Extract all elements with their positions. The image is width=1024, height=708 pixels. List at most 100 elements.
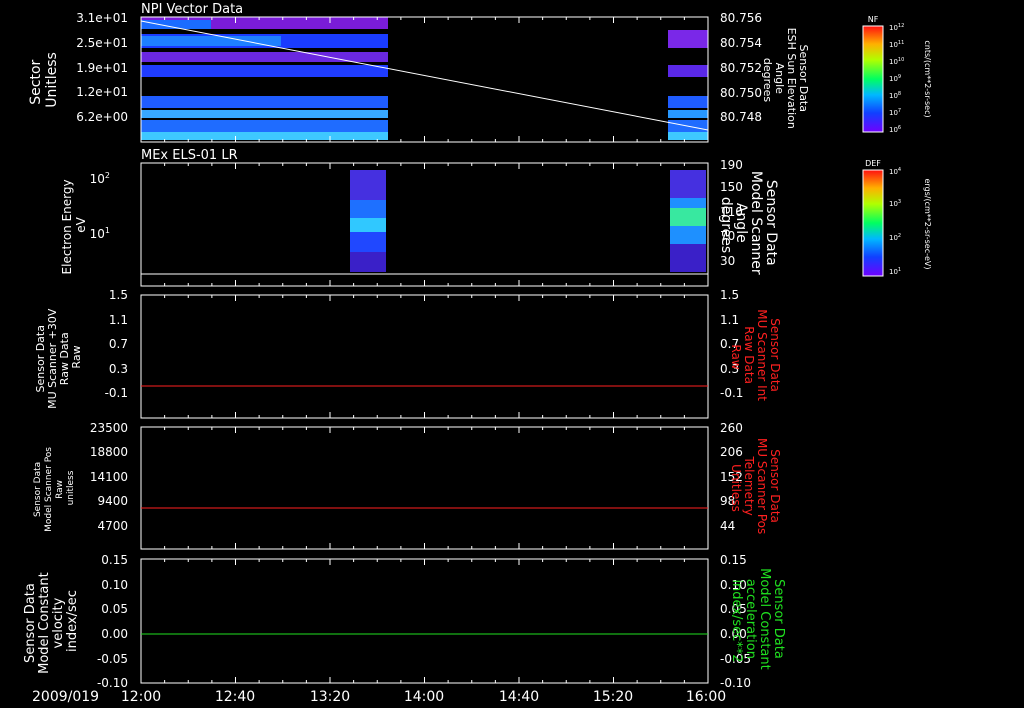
time-axis-date: 2009/019 xyxy=(32,689,99,705)
p4-ytick: 18800 xyxy=(90,445,128,459)
p2-ylabel: Electron Energy eV xyxy=(60,176,88,275)
p5-ytick: -0.10 xyxy=(97,676,128,690)
p4-ytick: 23500 xyxy=(90,421,128,435)
panel-1-title: NPI Vector Data xyxy=(141,2,243,17)
time-tick: 13:20 xyxy=(310,689,350,705)
p2-ytick-exp: 2 xyxy=(105,171,110,180)
panel-4-frame xyxy=(140,426,709,550)
p5-left-ticks: 0.15 0.10 0.05 0.00 -0.05 -0.10 xyxy=(97,553,128,690)
cb-nf-exp: 11 xyxy=(898,40,904,46)
p2-y2label-line: Angle xyxy=(733,203,749,243)
p1-ylabel: Sector Unitless xyxy=(28,52,60,108)
p3-ytick: 1.1 xyxy=(109,313,128,327)
p3-ylabel-line: Raw xyxy=(70,345,83,368)
p5-y2label-line: acceleration xyxy=(743,579,758,659)
p5-ytick: 0.10 xyxy=(101,578,128,592)
p5-ytick: -0.05 xyxy=(97,652,128,666)
p1-y2tick: 80.748 xyxy=(720,110,762,124)
p2-blk-2-top xyxy=(670,170,706,198)
p3-y2label-line: MU Scanner Int xyxy=(755,309,769,401)
p4-left-ticks: 23500 18800 14100 9400 4700 xyxy=(90,421,128,533)
p5-y2label: Sensor Data Model Constant acceleration … xyxy=(729,568,786,674)
p2-left-ticks: 102 101 xyxy=(90,171,110,241)
time-tick: 14:40 xyxy=(499,689,539,705)
cb-nf-label: NF xyxy=(868,15,879,24)
cb-def-ticks: 104 103 102 101 xyxy=(889,167,901,276)
p5-ytick: 0.05 xyxy=(101,602,128,616)
science-plot: NPI Vector Data 3.1e+01 2.5e+01 1.9e+01 … xyxy=(23,2,932,705)
panel-5: 0.15 0.10 0.05 0.00 -0.05 -0.10 0.15 0.1… xyxy=(23,553,786,690)
p1-y2tick: 80.756 xyxy=(720,11,762,25)
p3-ytick: 0.7 xyxy=(109,337,128,351)
panel-5-frame xyxy=(140,558,709,684)
p4-ytick: 14100 xyxy=(90,470,128,484)
cb-def-exp: 3 xyxy=(898,199,901,205)
p2-y2tick: 190 xyxy=(720,158,743,172)
colorbar-def: DEF 104 103 102 101 ergs/(cm**2-sr-sec-e… xyxy=(862,159,932,277)
panel-3-frame xyxy=(140,294,709,419)
p4-y2label-line: MU Scanner Pos xyxy=(755,438,769,534)
time-tick: 12:00 xyxy=(121,689,161,705)
p1-blk-2 xyxy=(668,65,708,77)
cb-def-exp: 4 xyxy=(898,167,901,173)
p2-ytick: 101 xyxy=(90,226,110,241)
panel-1-heatmap xyxy=(141,17,708,142)
cb-nf-units: cnts/(cm**2-sr-sec) xyxy=(923,40,932,117)
cb-nf-exp: 6 xyxy=(898,125,901,131)
p3-left-ticks: 1.5 1.1 0.7 0.3 -0.1 xyxy=(105,288,128,400)
time-tick: 16:00 xyxy=(686,689,726,705)
p5-ylabel-line: Sensor Data xyxy=(23,583,38,663)
p1-ytick: 3.1e+01 xyxy=(76,11,128,25)
p5-ylabel-line: Model Constant xyxy=(37,572,52,674)
p2-ytick-base: 10 xyxy=(90,227,105,241)
p2-ytick-base: 10 xyxy=(90,172,105,186)
cb-nf-tick: 107 xyxy=(889,108,901,117)
p5-ylabel-line: velocity xyxy=(51,597,66,648)
p1-ytick: 2.5e+01 xyxy=(76,36,128,50)
p2-blk-2-midlo xyxy=(670,226,706,244)
cb-nf-tick: 108 xyxy=(889,91,901,100)
p4-y2tick: 44 xyxy=(720,519,735,533)
p2-blk-1-midlo xyxy=(350,232,386,252)
p3-ytick: -0.1 xyxy=(105,386,128,400)
p4-y2label-line: Sensor Data xyxy=(768,449,782,523)
p1-row-2-hi xyxy=(141,36,281,46)
colorbar-nf: NF 1012 1011 1010 109 108 107 106 cnts/(… xyxy=(862,15,932,134)
p2-y2tick: 150 xyxy=(720,180,743,194)
p4-y2label-line: Telemetry xyxy=(742,455,756,515)
p1-row-3 xyxy=(141,52,388,62)
p1-blk-6 xyxy=(668,132,708,140)
cb-nf-exp: 9 xyxy=(898,74,901,80)
p1-right-ticks: 80.756 80.754 80.752 80.750 80.748 xyxy=(720,11,762,124)
p1-ylabel-line: Sector xyxy=(28,59,44,104)
p1-ylabel-line: Unitless xyxy=(44,52,60,108)
cb-nf-bar xyxy=(862,25,884,133)
p2-y2label-line: Model Scanner xyxy=(748,171,764,275)
cb-nf-exp: 12 xyxy=(898,23,904,29)
p2-blk-2-low xyxy=(670,244,706,272)
p1-blk-3 xyxy=(668,96,708,108)
p5-ylabel: Sensor Data Model Constant velocity inde… xyxy=(23,568,80,674)
cb-nf-ticks: 1012 1011 1010 109 108 107 106 xyxy=(889,23,904,134)
p1-left-ticks: 3.1e+01 2.5e+01 1.9e+01 1.2e+01 6.2e+00 xyxy=(76,11,128,124)
p1-y2tick: 80.752 xyxy=(720,61,762,75)
cb-def-exp: 1 xyxy=(898,267,901,273)
p1-blk-4 xyxy=(668,110,708,118)
cb-def-tick: 103 xyxy=(889,199,901,208)
p4-ylabel: Sensor Data Model Scanner Pos Raw unitle… xyxy=(33,444,76,532)
p2-blk-1-midhi xyxy=(350,200,386,218)
p4-ylabel-line: Raw xyxy=(55,480,65,499)
p4-y2tick: 260 xyxy=(720,421,743,435)
p2-ytick-exp: 1 xyxy=(105,226,110,235)
time-axis: 2009/019 12:00 12:40 13:20 14:00 14:40 1… xyxy=(32,689,726,705)
panel-2-heatmap xyxy=(141,168,708,286)
p4-ylabel-line: Sensor Data xyxy=(33,462,43,517)
cb-def-tick: 104 xyxy=(889,167,901,176)
cb-def-units: ergs/(cm**2-sr-sec-eV) xyxy=(923,178,932,269)
p4-ylabel-line: unitless xyxy=(66,470,76,505)
p4-ytick: 4700 xyxy=(97,519,128,533)
panel-3: 1.5 1.1 0.7 0.3 -0.1 1.5 1.1 0.7 0.3 -0.… xyxy=(34,288,782,419)
p1-ytick: 1.2e+01 xyxy=(76,85,128,99)
p3-y2tick: -0.1 xyxy=(720,386,743,400)
p4-y2label-line: Unitless xyxy=(729,464,743,512)
